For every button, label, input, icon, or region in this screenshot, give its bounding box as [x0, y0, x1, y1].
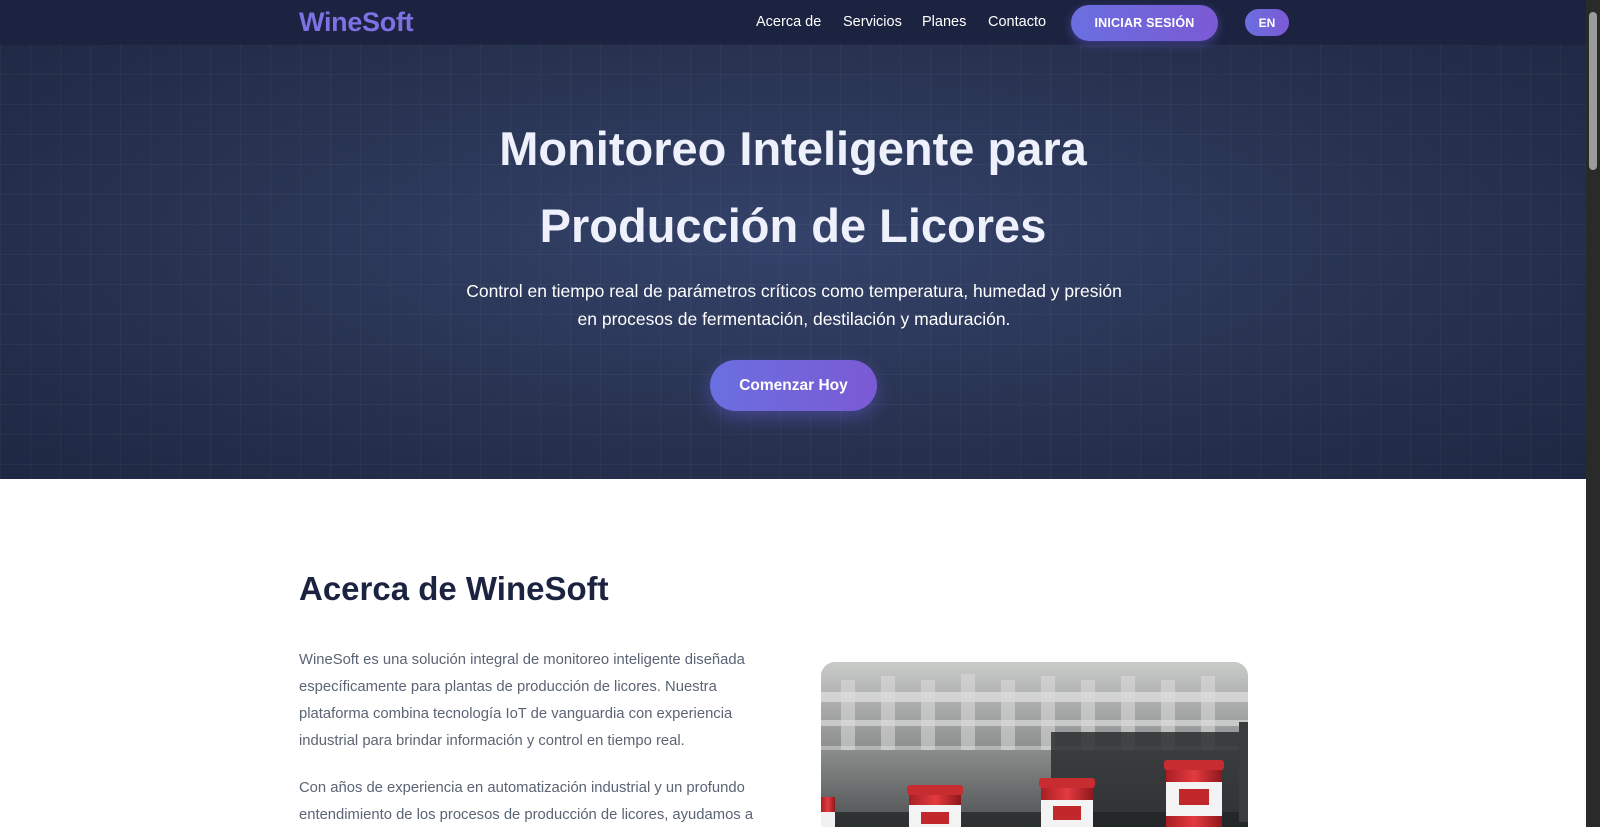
hero-title-line-2: Producción de Licores	[539, 199, 1047, 252]
hero-subtitle-line-2: en procesos de fermentación, destilación…	[577, 309, 1011, 329]
bottling-line-image	[821, 662, 1248, 827]
navbar: WineSoft Acerca de Servicios Planes Cont…	[0, 0, 1586, 44]
hero-title-line-1: Monitoreo Inteligente para	[499, 122, 1087, 175]
page-scrollbar[interactable]	[1586, 0, 1600, 827]
scrollbar-thumb[interactable]	[1589, 12, 1597, 170]
language-toggle-button[interactable]: EN	[1245, 9, 1289, 36]
page: WineSoft Acerca de Servicios Planes Cont…	[0, 0, 1586, 827]
about-paragraph-1: WineSoft es una solución integral de mon…	[299, 652, 745, 749]
about-paragraph-2: Con años de experiencia en automatizació…	[299, 780, 754, 823]
cta-button[interactable]: Comenzar Hoy	[710, 360, 877, 411]
hero-subtitle: Control en tiempo real de parámetros crí…	[443, 277, 1145, 333]
nav-link-servicios[interactable]: Servicios	[843, 14, 902, 30]
hero-section: Monitoreo Inteligente para Producción de…	[0, 44, 1586, 479]
about-title: Acerca de WineSoft	[299, 570, 609, 607]
nav-link-contacto[interactable]: Contacto	[988, 14, 1046, 30]
bottling-line-illustration	[821, 662, 1248, 827]
hero-subtitle-line-1: Control en tiempo real de parámetros crí…	[466, 281, 1122, 301]
nav-link-acerca[interactable]: Acerca de	[756, 14, 821, 30]
brand-logo[interactable]: WineSoft	[299, 7, 414, 38]
nav-link-planes[interactable]: Planes	[922, 14, 966, 30]
hero-title: Monitoreo Inteligente para Producción de…	[0, 110, 1586, 264]
login-button[interactable]: INICIAR SESIÓN	[1071, 5, 1218, 41]
